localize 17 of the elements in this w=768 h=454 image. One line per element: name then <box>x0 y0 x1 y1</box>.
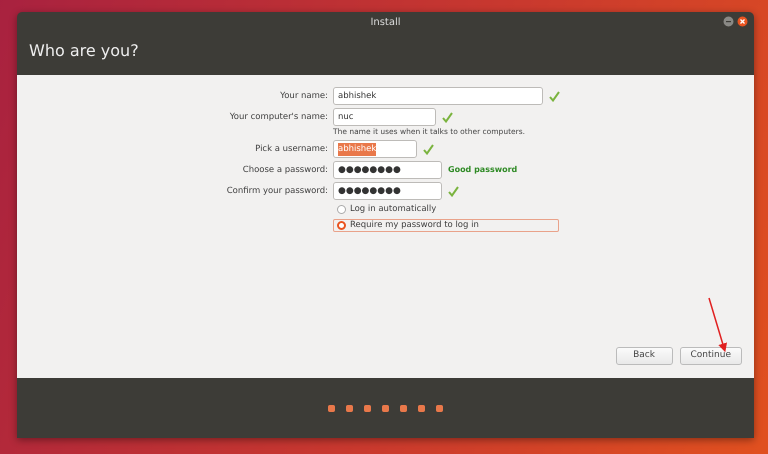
text-field[interactable]: abhishek <box>333 87 543 105</box>
text-field[interactable]: nuc <box>333 108 436 126</box>
page-title: Who are you? <box>29 41 139 60</box>
continue-button[interactable]: Continue <box>680 347 742 365</box>
radio-option[interactable]: Log in automatically <box>333 203 754 216</box>
password-field[interactable]: ●●●●●●●● <box>333 161 442 180</box>
field-label: Confirm your password: <box>226 184 328 198</box>
window-title: Install <box>370 16 401 30</box>
field-label: Pick a username: <box>254 142 328 156</box>
field-label: Your name: <box>279 90 328 102</box>
field-label: Choose a password: <box>242 164 328 177</box>
field-label: Your computer's name: <box>228 110 328 124</box>
password-strength: Good password <box>448 164 518 176</box>
back-button[interactable]: Back <box>616 347 673 365</box>
radio-option[interactable]: Require my password to log in <box>333 219 559 232</box>
password-field[interactable]: ●●●●●●●● <box>333 182 442 200</box>
close-icon[interactable] <box>737 16 748 27</box>
